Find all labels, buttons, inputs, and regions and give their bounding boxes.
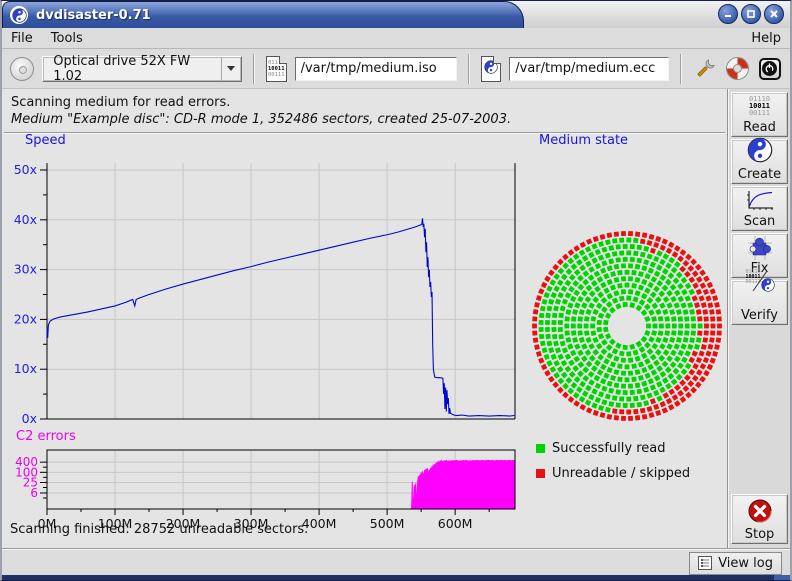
status-message: Scanning medium for read errors. — [11, 95, 230, 110]
toolbar-separator — [468, 54, 470, 84]
svg-text:30x: 30x — [14, 262, 37, 277]
create-button[interactable]: Create — [731, 139, 788, 184]
svg-text:40x: 40x — [14, 212, 37, 227]
view-log-button[interactable]: View log — [689, 552, 782, 575]
toolbar: Optical drive 52X FW 1.02 0111001100111 — [2, 49, 790, 89]
svg-text:10x: 10x — [14, 361, 37, 376]
svg-text:6: 6 — [30, 486, 38, 500]
scan-chart-icon — [746, 187, 774, 214]
scan-result-message: Scanning finished: 28752 unreadable sect… — [10, 522, 308, 537]
svg-text:600M: 600M — [438, 516, 473, 531]
svg-text:50x: 50x — [14, 162, 37, 177]
close-button[interactable] — [764, 4, 784, 24]
drive-selector[interactable]: Optical drive 52X FW 1.02 — [42, 56, 242, 82]
toolbar-separator — [680, 54, 682, 84]
svg-text:0x: 0x — [22, 411, 37, 426]
help-lifebuoy-icon[interactable] — [725, 56, 749, 82]
red-swatch — [536, 469, 545, 478]
log-list-icon — [698, 556, 712, 570]
menu-tools[interactable]: Tools — [42, 29, 92, 48]
iso-file-icon: 0111001100111 — [266, 56, 287, 82]
ecc-file-input[interactable] — [509, 57, 669, 81]
stop-button-label: Stop — [745, 527, 775, 542]
quit-power-icon[interactable] — [758, 56, 782, 82]
resize-grip[interactable] — [774, 575, 790, 580]
legend-item-read: Successfully read — [536, 441, 665, 456]
window-title: dvdisaster-0.71 — [36, 8, 151, 23]
binary-read-icon: 011101001100111 — [749, 96, 770, 117]
svg-text:20x: 20x — [14, 311, 37, 326]
statusbar: View log — [2, 548, 790, 577]
view-log-label: View log — [718, 556, 773, 571]
menubar: File Tools Help — [2, 28, 790, 49]
create-button-label: Create — [738, 167, 781, 182]
puzzle-icon — [747, 234, 773, 261]
action-sidebar: 011101001100111 Read Create Scan — [728, 89, 790, 548]
image-file-input[interactable] — [295, 57, 457, 81]
speed-chart-title: Speed — [25, 133, 66, 148]
ecc-file-icon — [481, 56, 502, 82]
minimize-button[interactable] — [718, 4, 738, 24]
chevron-down-icon — [221, 57, 241, 81]
verify-button-label: Verify — [741, 308, 778, 323]
main-panel: 0x10x20x30x40x50x4001002560M100M200M300M… — [2, 89, 729, 548]
window-bottom-edge — [2, 575, 790, 580]
maximize-button[interactable] — [741, 4, 761, 24]
scan-button-label: Scan — [744, 214, 776, 229]
stop-button[interactable]: Stop — [731, 494, 788, 544]
svg-text:500M: 500M — [370, 516, 405, 531]
c2-chart-title: C2 errors — [16, 429, 76, 444]
app-window: dvdisaster-0.71 File Tools Help Optical … — [0, 0, 792, 581]
legend-label: Unreadable / skipped — [552, 466, 690, 481]
legend-item-unreadable: Unreadable / skipped — [536, 466, 690, 481]
preferences-wrench-icon[interactable] — [693, 56, 717, 82]
verify-button[interactable]: 011101001100111 Verify — [731, 280, 788, 325]
titlebar-tab[interactable]: dvdisaster-0.71 — [2, 1, 524, 28]
read-button-label: Read — [743, 120, 776, 135]
drive-selector-value: Optical drive 52X FW 1.02 — [43, 54, 220, 84]
menu-help[interactable]: Help — [742, 29, 790, 48]
menu-file[interactable]: File — [2, 29, 42, 48]
yinyang-icon — [747, 137, 773, 167]
medium-state-title: Medium state — [539, 133, 628, 148]
legend-label: Successfully read — [552, 441, 665, 456]
read-button[interactable]: 011101001100111 Read — [731, 92, 788, 137]
titlebar: dvdisaster-0.71 — [2, 1, 790, 28]
app-yinyang-icon — [10, 6, 28, 24]
drive-icon[interactable] — [10, 56, 34, 82]
toolbar-separator — [253, 54, 255, 84]
scan-button[interactable]: Scan — [731, 186, 788, 231]
green-swatch — [536, 444, 545, 453]
medium-info: Medium "Example disc": CD-R mode 1, 3524… — [11, 112, 511, 127]
stop-icon — [747, 495, 773, 527]
